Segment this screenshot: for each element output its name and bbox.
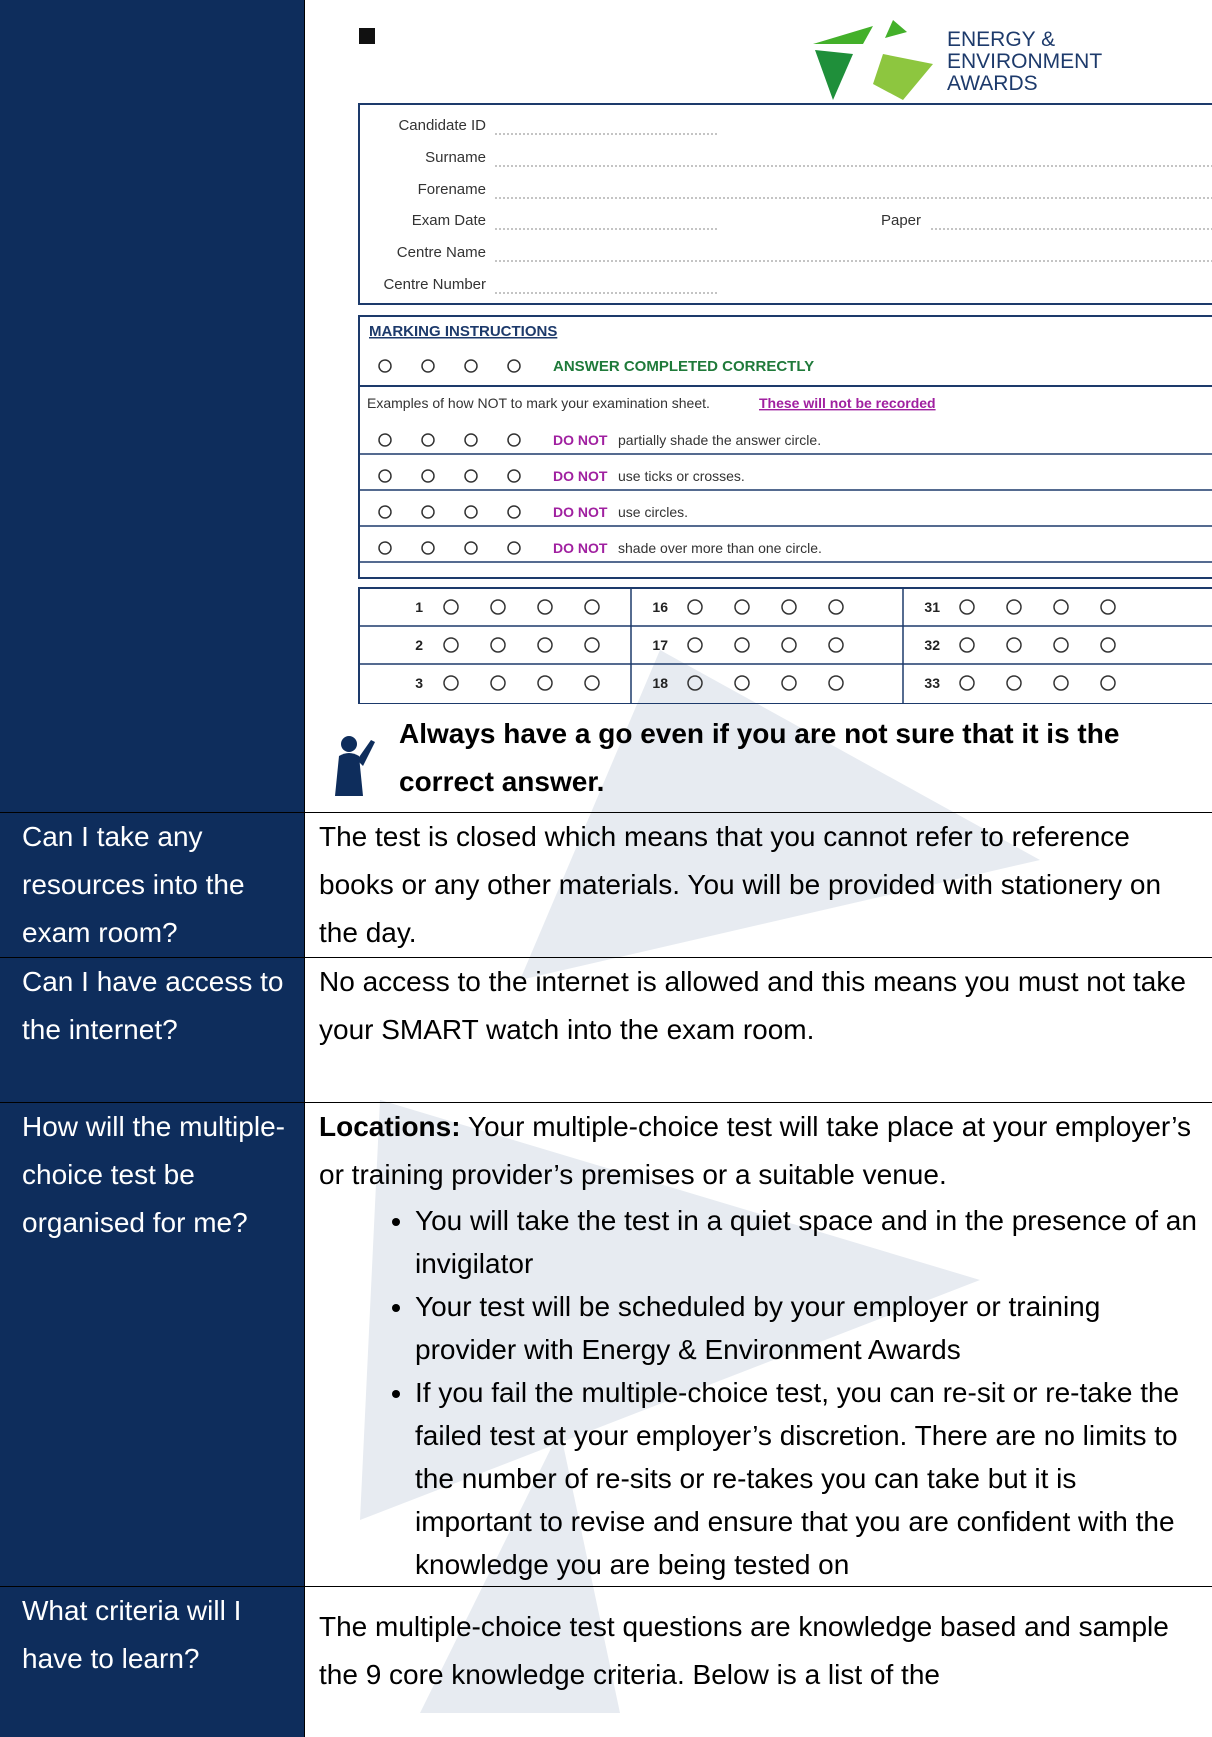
examples-note: These will not be recorded xyxy=(759,395,936,411)
awards-logo-icon xyxy=(813,20,933,100)
question-cell: What criteria will I have to learn? xyxy=(0,1587,305,1737)
question-number: 32 xyxy=(924,637,940,653)
answer-cell: No access to the internet is allowed and… xyxy=(305,958,1212,1103)
answer-cell: The multiple-choice test questions are k… xyxy=(305,1587,1212,1737)
logo-text-line: AWARDS xyxy=(947,72,1038,95)
question-number: 33 xyxy=(924,675,940,691)
rule-text: use ticks or crosses. xyxy=(618,468,745,484)
field-label: Surname xyxy=(425,149,486,166)
question-number: 17 xyxy=(652,637,668,653)
answer-cell: Locations: Your multiple-choice test wil… xyxy=(305,1103,1212,1587)
do-not-label: DO NOT xyxy=(553,468,608,484)
do-not-label: DO NOT xyxy=(553,504,608,520)
list-item: If you fail the multiple-choice test, yo… xyxy=(415,1371,1200,1586)
table-row: ENERGY & ENVIRONMENT AWARDS Candidate ID… xyxy=(0,0,1212,813)
table-row: What criteria will I have to learn? The … xyxy=(0,1587,1212,1737)
question-number: 31 xyxy=(924,599,940,615)
answer-text: Locations: Your multiple-choice test wil… xyxy=(319,1103,1200,1199)
question-number: 2 xyxy=(415,637,423,653)
do-not-label: DO NOT xyxy=(553,432,608,448)
rule-text: shade over more than one circle. xyxy=(618,540,822,556)
logo-text-line: ENVIRONMENT xyxy=(947,50,1102,73)
rule-text: use circles. xyxy=(618,504,688,520)
question-number: 1 xyxy=(415,599,423,615)
paper-label: Paper xyxy=(881,212,921,229)
field-label: Candidate ID xyxy=(398,117,486,134)
list-item: Your test will be scheduled by your empl… xyxy=(415,1285,1200,1371)
list-item: You will take the test in a quiet space … xyxy=(415,1199,1200,1285)
registration-mark xyxy=(359,28,375,44)
table-row: Can I take any resources into the exam r… xyxy=(0,813,1212,958)
table-row: How will the multiple-choice test be org… xyxy=(0,1103,1212,1587)
question-cell: Can I take any resources into the exam r… xyxy=(0,813,305,958)
field-label: Centre Name xyxy=(397,244,486,261)
answer-sheet-cell: ENERGY & ENVIRONMENT AWARDS Candidate ID… xyxy=(305,0,1212,813)
rule-text: partially shade the answer circle. xyxy=(618,432,821,448)
table-row: Can I have access to the internet? No ac… xyxy=(0,958,1212,1103)
do-not-label: DO NOT xyxy=(553,540,608,556)
field-label: Exam Date xyxy=(412,212,486,229)
answer-text: The multiple-choice test questions are k… xyxy=(319,1603,1200,1699)
question-cell-empty xyxy=(0,0,305,813)
field-label: Centre Number xyxy=(383,276,486,293)
question-cell: How will the multiple-choice test be org… xyxy=(0,1103,305,1587)
examples-intro: Examples of how NOT to mark your examina… xyxy=(367,395,710,411)
correct-label: ANSWER COMPLETED CORRECTLY xyxy=(553,358,814,375)
tip-text: Always have a go even if you are not sur… xyxy=(399,710,1212,806)
answer-bullet-list: You will take the test in a quiet space … xyxy=(319,1199,1200,1586)
answer-cell: The test is closed which means that you … xyxy=(305,813,1212,958)
question-cell: Can I have access to the internet? xyxy=(0,958,305,1103)
person-pointing-icon xyxy=(333,732,377,796)
marking-title: MARKING INSTRUCTIONS xyxy=(369,323,557,340)
answer-text: The test is closed which means that you … xyxy=(319,813,1200,957)
faq-table: ENERGY & ENVIRONMENT AWARDS Candidate ID… xyxy=(0,0,1212,1737)
answer-text: No access to the internet is allowed and… xyxy=(319,958,1200,1054)
question-number: 16 xyxy=(652,599,668,615)
logo-text-line: ENERGY & xyxy=(947,28,1055,51)
question-number: 18 xyxy=(652,675,668,691)
field-label: Forename xyxy=(418,181,486,198)
question-number: 3 xyxy=(415,675,423,691)
answer-sheet-image: ENERGY & ENVIRONMENT AWARDS Candidate ID… xyxy=(343,4,1212,704)
answer-lead-bold: Locations: xyxy=(319,1111,461,1142)
tip-callout: Always have a go even if you are not sur… xyxy=(305,704,1212,804)
